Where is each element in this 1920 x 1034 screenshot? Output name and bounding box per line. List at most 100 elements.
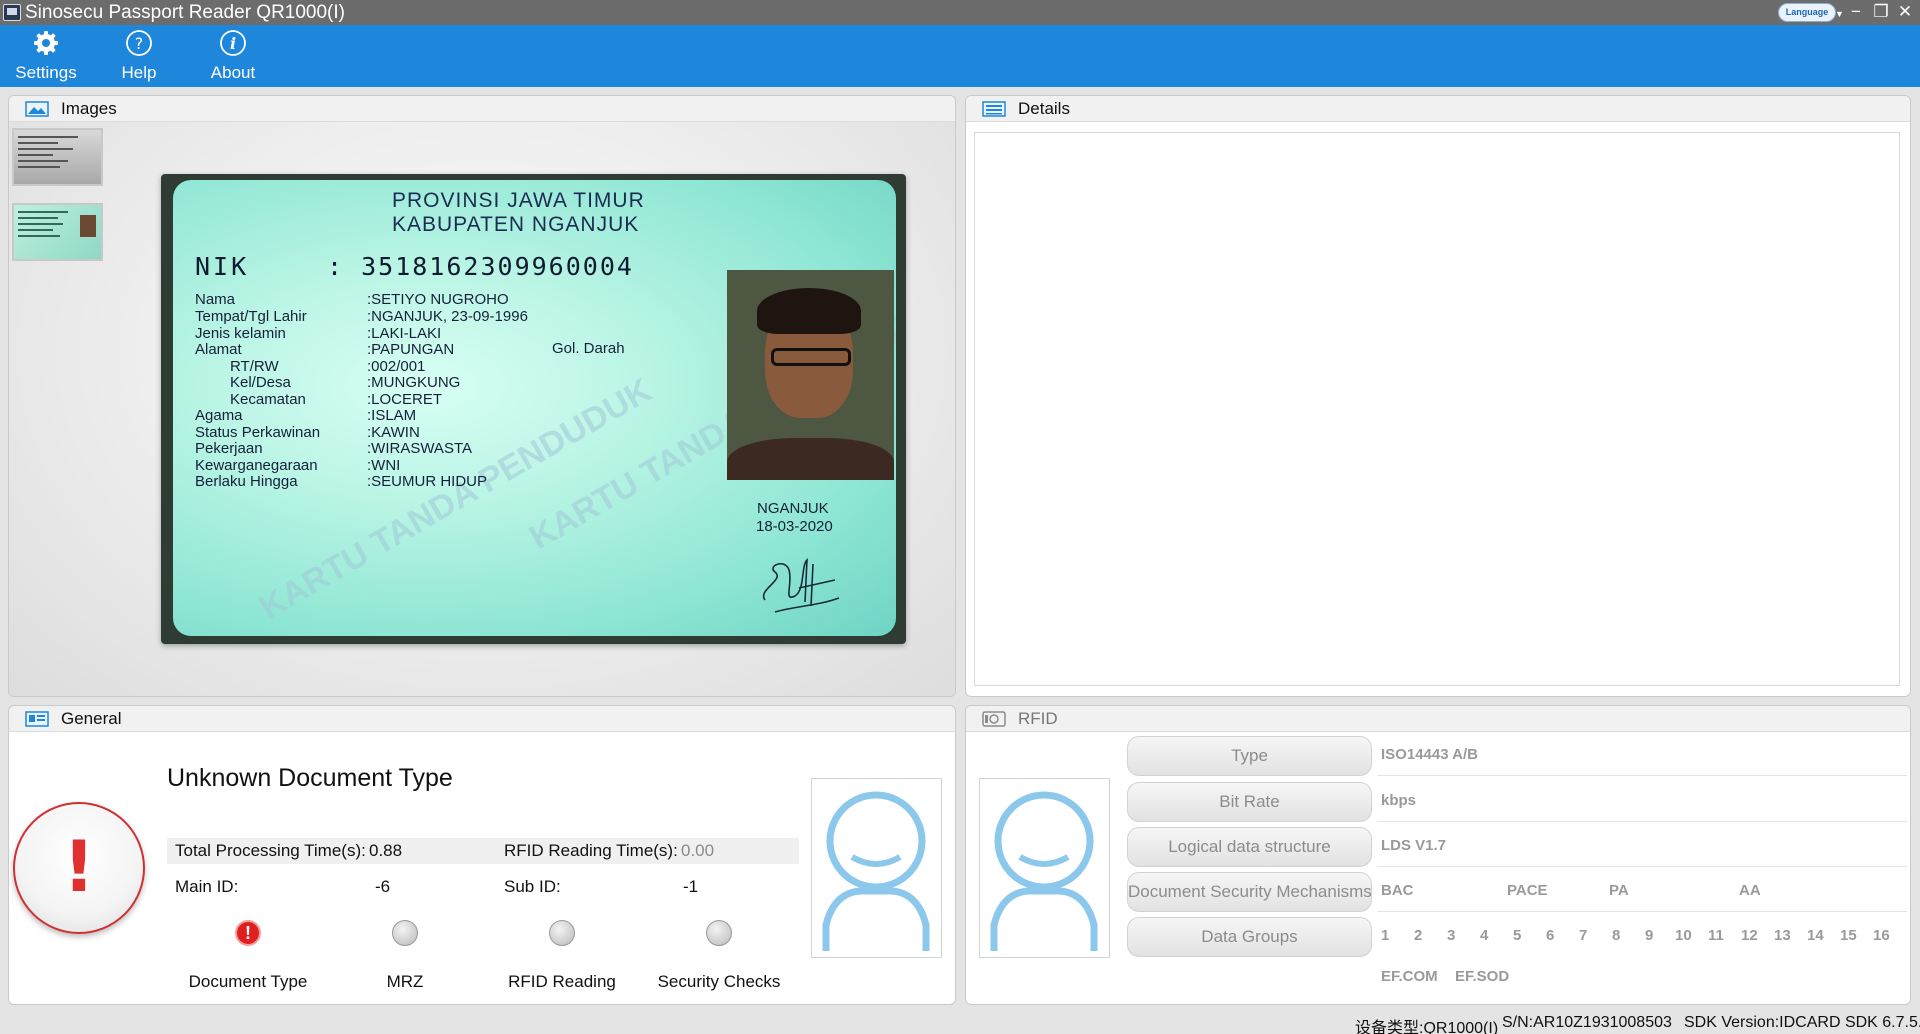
general-panel-title: General [61,709,122,728]
svg-text:i: i [230,34,236,53]
image-viewer: KARTU TANDA PENDUDUK KARTU TANDA PENDUDU… [9,122,955,696]
id-card-image: KARTU TANDA PENDUDUK KARTU TANDA PENDUDU… [161,174,906,644]
rfid-panel: RFID Type ISO14443 A/B Bit Rate kbps Log… [965,705,1911,1005]
settings-label: Settings [15,63,77,82]
minimize-button[interactable]: − [1845,1,1867,23]
main-id-label: Main ID: [175,877,239,896]
data-group-item: 7 [1579,927,1588,944]
total-time-label: Total Processing Time(s): [175,841,366,860]
question-circle-icon: ? [126,30,152,56]
ef-sod-file: EF.SOD [1455,968,1510,985]
rfid-lds-value: LDS V1.7 [1381,837,1447,854]
rfid-type-value: ISO14443 A/B [1381,746,1478,763]
details-panel-title: Details [1018,99,1070,118]
error-status-icon: ! [13,802,145,934]
security-status-icon [706,920,732,946]
card-issue-date: 18-03-2020 [756,518,833,535]
images-panel-title: Images [61,99,117,118]
mrz-status-icon [392,920,418,946]
rfid-time-value: 0.00 [681,841,715,860]
card-issue-city: NGANJUK [757,500,829,517]
card-regency: KABUPATEN NGANJUK [392,213,640,236]
details-panel: Details [965,95,1911,697]
images-panel-header: Images [9,96,955,122]
card-nik-label: NIK [195,252,250,281]
language-button[interactable]: Language [1778,3,1836,22]
rfid-status-icon [549,920,575,946]
card-field: Berlaku Hingga:SEUMUR HIDUP [195,473,488,490]
user-avatar-icon [990,791,1098,951]
serial-number: S/N:AR10Z1931008503 [1502,1014,1672,1031]
rfid-bitrate-row: Bit Rate kbps [1127,782,1907,822]
total-time-value: 0.88 [369,841,403,860]
rfid-time-label: RFID Reading Time(s): [504,841,678,860]
restore-button[interactable]: ❐ [1870,1,1892,23]
document-type-error-icon: ! [235,920,261,946]
mechanism-pa: PA [1609,882,1629,899]
close-button[interactable]: ✕ [1894,1,1916,23]
sub-id-label: Sub ID: [504,877,561,896]
portrait-placeholder [811,778,942,958]
info-circle-icon: i [220,30,246,56]
rfid-datagroups-row: Data Groups 1 2 3 4 5 6 7 8 9 10 11 12 1… [1127,917,1907,957]
settings-button[interactable]: Settings [10,25,82,87]
data-group-item: 4 [1480,927,1489,944]
data-group-item: 3 [1447,927,1456,944]
card-blood-type: Gol. Darah [552,340,625,357]
exclamation-icon: ! [63,826,95,908]
data-group-item: 2 [1414,927,1423,944]
data-group-item: 10 [1675,927,1692,944]
card-portrait-photo [727,270,894,480]
card-province: PROVINSI JAWA TIMUR [392,189,645,212]
svg-text:?: ? [135,34,144,53]
rfid-type-row: Type ISO14443 A/B [1127,736,1907,776]
device-type: 设备类型:QR1000(I) [1355,1020,1499,1034]
help-label: Help [121,63,157,82]
user-avatar-icon [822,791,930,951]
images-panel: Images KARTU TANDA PENDUDUK KARTU TANDA … [8,95,956,697]
data-group-item: 1 [1381,927,1390,944]
rfid-lds-label: Logical data structure [1127,827,1372,867]
data-group-item: 14 [1807,927,1824,944]
rfid-portrait-placeholder [979,778,1110,958]
general-panel: General ! Unknown Document Type Total Pr… [8,705,956,1005]
about-button[interactable]: i About [198,25,268,87]
details-content[interactable] [974,132,1900,686]
ribbon-toolbar: Settings ? Help i About [0,25,1920,87]
card-nik-value: : 3518162309960004 [327,252,634,281]
data-group-item: 11 [1708,927,1724,944]
about-label: About [210,63,256,82]
thumbnail-uv-image[interactable] [12,203,103,261]
mrz-check-label: MRZ [386,972,424,991]
id-card-icon [25,711,49,727]
data-group-item: 8 [1612,927,1621,944]
image-icon [25,101,49,117]
gear-icon [34,31,58,55]
mechanism-aa: AA [1739,882,1761,899]
rfid-ef-row: EF.COM EF.SOD [1127,958,1907,988]
rfid-check-label: RFID Reading [508,972,616,991]
rfid-bitrate-label: Bit Rate [1127,782,1372,822]
rfid-type-label: Type [1127,736,1372,776]
rfid-datagroups-label: Data Groups [1127,917,1372,957]
rfid-panel-title: RFID [1018,709,1058,728]
data-group-item: 13 [1774,927,1791,944]
mechanism-bac: BAC [1381,882,1414,899]
details-panel-header: Details [966,96,1910,122]
ef-com-file: EF.COM [1381,968,1438,985]
help-button[interactable]: ? Help [109,25,169,87]
rfid-panel-header: RFID [966,706,1910,732]
chevron-down-icon[interactable]: ▼ [1835,9,1844,19]
chip-icon [982,711,1006,727]
general-panel-header: General [9,706,955,732]
processing-time-row: Total Processing Time(s): 0.88 RFID Read… [167,838,799,864]
data-group-item: 12 [1741,927,1758,944]
thumbnail-white-light[interactable] [12,128,103,186]
rfid-security-label: Document Security Mechanisms [1127,872,1372,912]
card-signature [762,557,840,613]
sdk-version: SDK Version:IDCARD SDK 6.7.5.7 [1684,1014,1920,1031]
document-type-title: Unknown Document Type [167,764,453,792]
document-type-check-label: Document Type [188,972,308,991]
sub-id-value: -1 [683,877,699,896]
list-icon [982,101,1006,117]
